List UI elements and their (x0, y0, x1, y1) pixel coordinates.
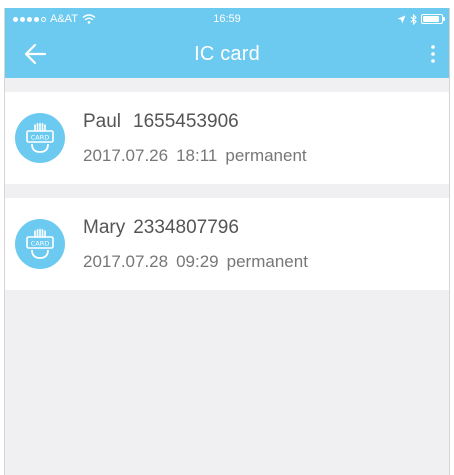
more-options-button[interactable] (425, 34, 441, 74)
card-validity: permanent (226, 251, 308, 271)
item-text: Mary 2334807796 2017.07.28 09:29 permanent (83, 217, 308, 272)
card-date: 2017.07.26 (83, 145, 169, 165)
svg-text:CARD: CARD (31, 134, 50, 142)
card-holder-name: Paul (83, 110, 122, 132)
status-time: 16:59 (213, 13, 241, 25)
ic-card-list: CARD Paul 1655453906 2017.07.26 18:11 perma… (5, 78, 449, 290)
card-number: 1655453906 (133, 110, 239, 132)
svg-text:CARD: CARD (31, 240, 50, 248)
back-button[interactable] (15, 34, 55, 74)
wifi-icon (82, 14, 96, 24)
carrier-label: A&AT (50, 13, 78, 25)
status-left: A&AT (13, 13, 96, 25)
list-item[interactable]: CARD Mary 2334807796 2017.07.28 09:29 perma… (5, 198, 449, 290)
card-date: 2017.07.28 (83, 251, 169, 271)
card-number: 2334807796 (133, 216, 239, 238)
app-screen: A&AT 16:59 IC card CARD Paul 1655453906 … (4, 8, 450, 475)
ic-card-icon: CARD (15, 113, 65, 163)
signal-strength-icon (13, 16, 46, 22)
arrow-left-icon (24, 43, 47, 65)
battery-icon (421, 14, 445, 24)
bluetooth-icon (410, 13, 417, 25)
ic-card-icon: CARD (15, 219, 65, 269)
card-time: 09:29 (176, 251, 219, 271)
item-text: Paul 1655453906 2017.07.26 18:11 permanent (83, 111, 307, 166)
page-title: IC card (194, 42, 260, 65)
more-vertical-icon (431, 45, 435, 63)
list-item[interactable]: CARD Paul 1655453906 2017.07.26 18:11 perma… (5, 92, 449, 184)
status-bar: A&AT 16:59 (5, 8, 449, 30)
card-time: 18:11 (176, 145, 218, 165)
card-validity: permanent (225, 145, 307, 165)
location-icon (397, 15, 406, 23)
nav-bar: IC card (5, 30, 449, 78)
status-right (397, 13, 445, 25)
card-holder-name: Mary (83, 216, 126, 238)
